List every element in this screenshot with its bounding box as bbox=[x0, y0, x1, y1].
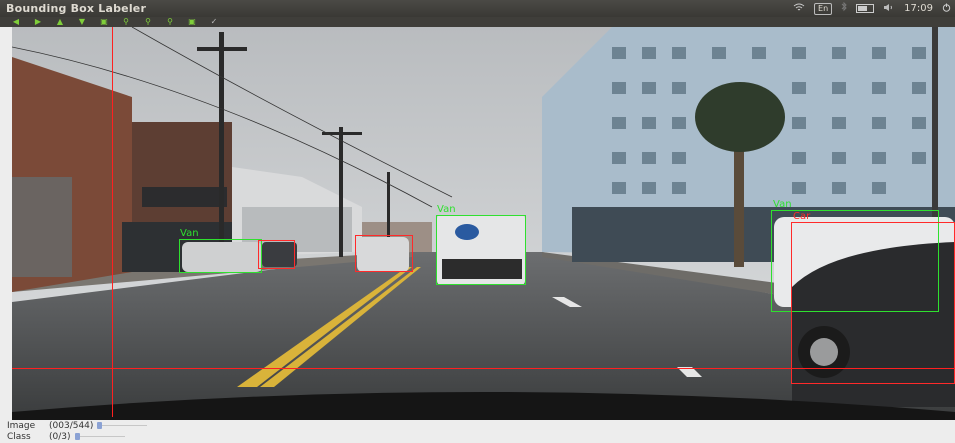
window-titlebar: Bounding Box Labeler En 17:09 bbox=[0, 0, 955, 17]
zoom-in-icon[interactable]: ⚲ bbox=[144, 18, 152, 26]
crosshair-horizontal bbox=[12, 368, 955, 369]
system-tray: En 17:09 bbox=[793, 0, 951, 17]
edit-icon[interactable]: ✓ bbox=[210, 18, 218, 26]
save-as-icon[interactable]: ▣ bbox=[188, 18, 196, 26]
bbox-van-center[interactable] bbox=[436, 215, 526, 285]
arrow-down-icon[interactable]: ▼ bbox=[78, 18, 86, 26]
status-panel: Image (003/544) Class (0/3) bbox=[0, 420, 955, 443]
image-index-value: (003/544) bbox=[49, 420, 94, 431]
class-index-value: (0/3) bbox=[49, 431, 71, 442]
volume-icon[interactable] bbox=[883, 3, 895, 15]
clock[interactable]: 17:09 bbox=[904, 3, 933, 14]
arrow-right-icon[interactable]: ▶ bbox=[34, 18, 42, 26]
class-trackbar[interactable] bbox=[74, 433, 125, 440]
bbox-label: Car bbox=[793, 211, 811, 222]
bbox-label: Van bbox=[180, 228, 199, 239]
bbox-label: Van bbox=[437, 204, 456, 215]
image-trackbar-row: Image (003/544) bbox=[7, 420, 148, 431]
arrow-up-icon[interactable]: ▲ bbox=[56, 18, 64, 26]
image-trackbar-thumb[interactable] bbox=[97, 422, 103, 429]
keyboard-layout-indicator[interactable]: En bbox=[814, 2, 833, 15]
bbox-car-left[interactable] bbox=[258, 240, 295, 269]
bbox-car-right[interactable] bbox=[791, 222, 955, 384]
image-trackbar-label: Image bbox=[7, 420, 36, 431]
image-trackbar[interactable] bbox=[97, 422, 148, 429]
power-icon[interactable] bbox=[942, 3, 951, 15]
crosshair-vertical bbox=[112, 27, 113, 417]
bbox-car-center[interactable] bbox=[355, 235, 413, 272]
zoom-icon[interactable]: ⚲ bbox=[122, 18, 130, 26]
bbox-label: Van bbox=[773, 199, 792, 210]
wifi-icon[interactable] bbox=[793, 3, 805, 15]
window-title: Bounding Box Labeler bbox=[6, 2, 147, 15]
class-trackbar-label: Class bbox=[7, 431, 31, 442]
battery-icon[interactable] bbox=[856, 4, 875, 13]
save-icon[interactable]: ▣ bbox=[100, 18, 108, 26]
bbox-van-left[interactable] bbox=[179, 239, 262, 273]
arrow-left-icon[interactable]: ◀ bbox=[12, 18, 20, 26]
zoom-out-icon[interactable]: ⚲ bbox=[166, 18, 174, 26]
class-trackbar-thumb[interactable] bbox=[74, 433, 80, 440]
class-trackbar-row: Class (0/3) bbox=[7, 431, 125, 442]
bluetooth-icon[interactable] bbox=[841, 1, 847, 15]
toolbar: ◀ ▶ ▲ ▼ ▣ ⚲ ⚲ ⚲ ▣ ✓ bbox=[0, 17, 955, 27]
